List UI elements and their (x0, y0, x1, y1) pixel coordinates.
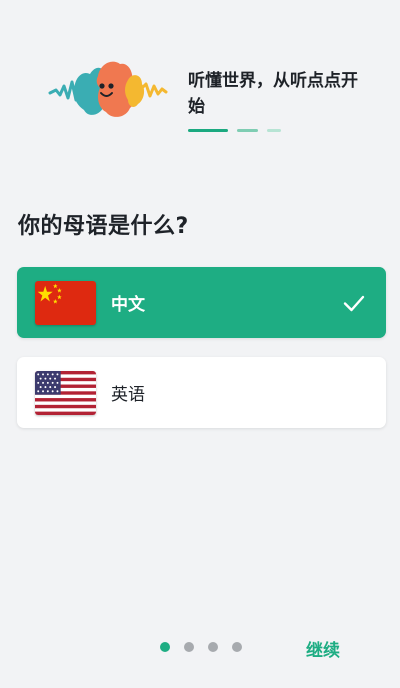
tagline: 听懂世界，从听点点开始 (188, 71, 358, 117)
china-flag-icon (35, 280, 96, 325)
us-flag-icon (35, 370, 96, 415)
page-indicator (160, 642, 242, 652)
continue-button[interactable]: 继续 (306, 636, 340, 661)
progress-dash (267, 129, 281, 132)
checkmark-icon (343, 295, 365, 311)
language-option-english[interactable]: 英语 (17, 357, 386, 428)
page-dot (232, 642, 242, 652)
language-label: 英语 (111, 385, 145, 405)
progress-dash-active (188, 129, 228, 132)
onboarding-screen: 听懂世界，从听点点开始 你的母语是什么? 中文 英语 继续 (0, 0, 400, 688)
page-title: 你的母语是什么? (18, 214, 189, 239)
language-label: 中文 (111, 295, 145, 315)
sound-wave-mascot-icon (48, 61, 168, 117)
language-option-chinese[interactable]: 中文 (17, 267, 386, 338)
step-progress-indicator (188, 129, 281, 133)
progress-dash (237, 129, 258, 132)
page-dot-active (160, 642, 170, 652)
page-dot (184, 642, 194, 652)
page-dot (208, 642, 218, 652)
